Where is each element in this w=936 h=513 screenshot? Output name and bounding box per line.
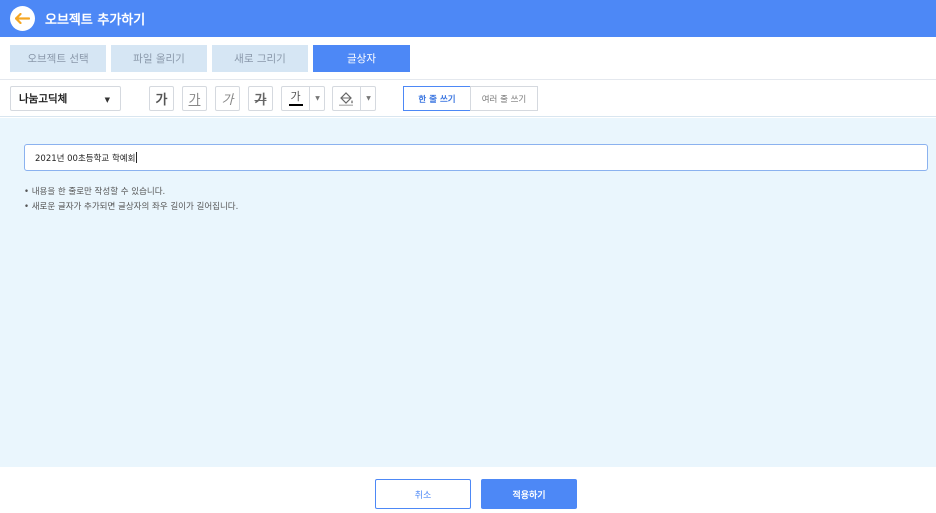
tab-new-drawing[interactable]: 새로 그리기	[212, 45, 308, 72]
chevron-down-icon: ▼	[104, 96, 110, 104]
text-color-button[interactable]: 가 ▼	[281, 86, 325, 111]
tab-object-select[interactable]: 오브젝트 선택	[10, 45, 106, 72]
font-family-select[interactable]: 나눔고딕체 ▼	[10, 86, 121, 111]
text-color-dropdown[interactable]: ▼	[310, 87, 325, 110]
font-family-value: 나눔고딕체	[19, 93, 68, 105]
strikethrough-button[interactable]: 가	[248, 86, 273, 111]
bold-button[interactable]: 가	[149, 86, 174, 111]
text-cursor	[136, 152, 138, 163]
title-bar: 오브젝트 추가하기	[0, 0, 936, 37]
italic-icon: 가	[221, 93, 234, 108]
underline-icon: 가	[188, 93, 201, 108]
chevron-down-icon: ▼	[366, 95, 371, 102]
cancel-button[interactable]: 취소	[375, 479, 471, 509]
text-color-icon: 가	[282, 87, 309, 110]
tab-file-upload[interactable]: 파일 올리기	[111, 45, 207, 72]
textbox-editor-area: 2021년 00초등학교 학예회 • 내용을 한 줄로만 작성할 수 있습니다.…	[0, 118, 936, 467]
single-line-mode-button[interactable]: 한 줄 쓰기	[403, 86, 471, 111]
fill-color-button[interactable]: ▼	[332, 86, 376, 111]
back-arrow-icon	[15, 13, 30, 24]
text-color-swatch	[288, 104, 303, 106]
apply-button[interactable]: 적용하기	[481, 479, 577, 509]
strikethrough-icon: 가	[254, 93, 267, 108]
textbox-input-value: 2021년 00초등학교 학예회	[35, 153, 136, 164]
tab-bar: 오브젝트 선택 파일 올리기 새로 그리기 글상자	[0, 37, 936, 80]
back-button[interactable]	[10, 6, 35, 31]
help-note-width-grow: • 새로운 글자가 추가되면 글상자의 좌우 길이가 길어집니다.	[24, 202, 239, 212]
italic-button[interactable]: 가	[215, 86, 240, 111]
paint-bucket-icon	[333, 87, 360, 110]
fill-color-dropdown[interactable]: ▼	[361, 87, 376, 110]
help-note-single-line: • 내용을 한 줄로만 작성할 수 있습니다.	[24, 187, 166, 197]
dialog-footer: 취소 적용하기	[0, 467, 936, 513]
chevron-down-icon: ▼	[315, 95, 320, 102]
bold-icon: 가	[155, 93, 168, 108]
underline-button[interactable]: 가	[182, 86, 207, 111]
text-color-glyph: 가	[290, 90, 301, 103]
page-title: 오브젝트 추가하기	[45, 13, 146, 28]
text-toolbar: 나눔고딕체 ▼ 가 가 가 가 가 ▼ ▼ 한 줄 쓰기 여러 줄 쓰기	[0, 80, 936, 117]
tab-textbox[interactable]: 글상자	[313, 45, 410, 72]
multi-line-mode-button[interactable]: 여러 줄 쓰기	[470, 86, 538, 111]
textbox-input[interactable]: 2021년 00초등학교 학예회	[24, 144, 928, 171]
